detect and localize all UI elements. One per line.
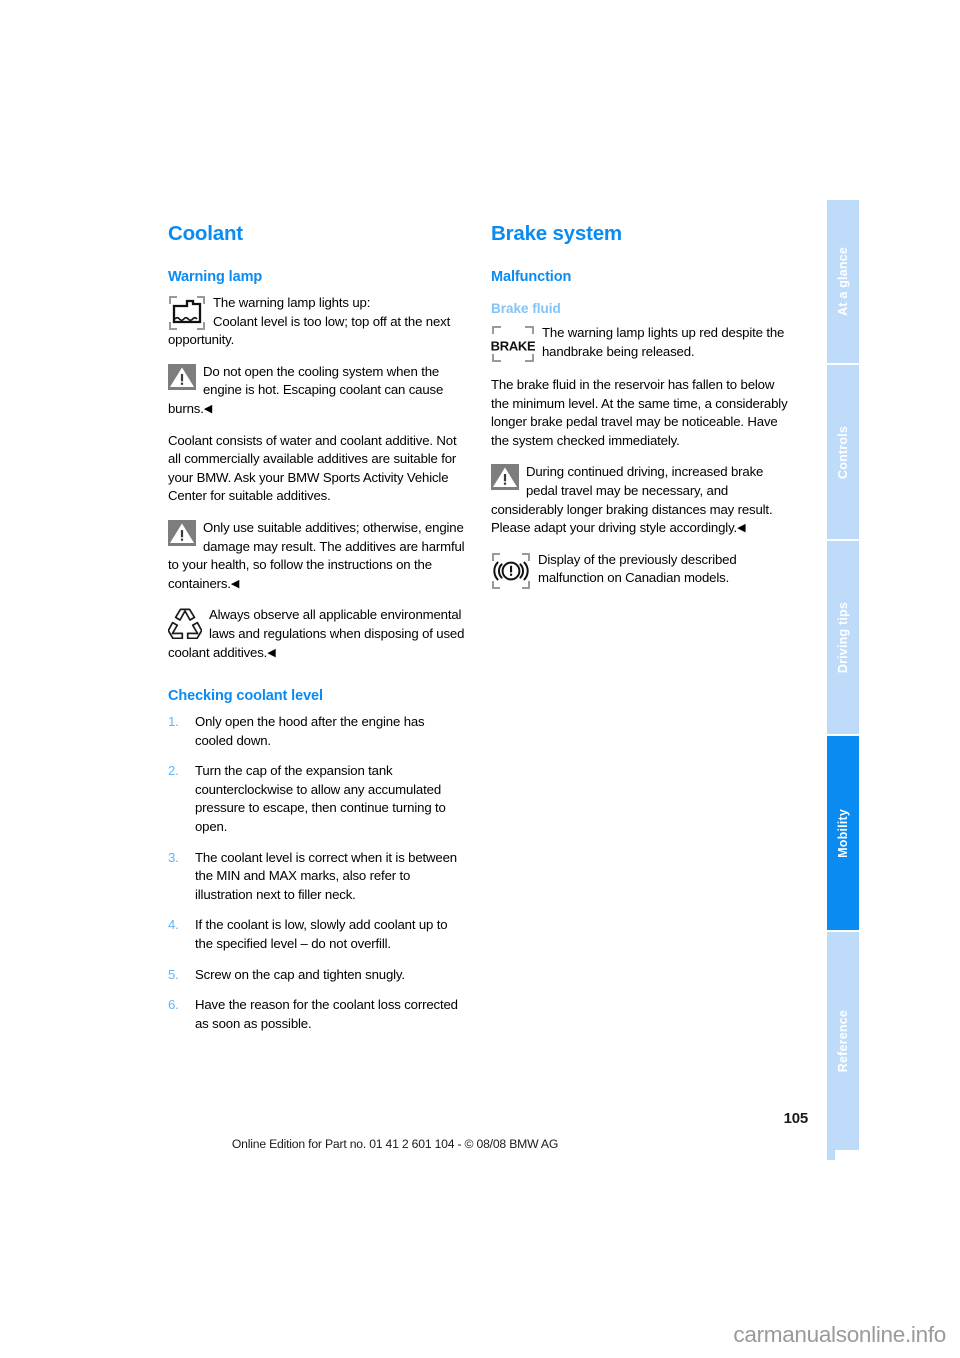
note-line-2: Coolant level is too low; top off at the… xyxy=(168,313,451,348)
sidebar-tab-reference[interactable]: Reference xyxy=(827,932,859,1150)
list-item: 5. Screw on the cap and tighten snugly. xyxy=(168,966,465,985)
note-environmental-disposal: Always observe all applicable environmen… xyxy=(168,606,465,662)
manual-page: At a glance Controls Driving tips Mobili… xyxy=(0,0,960,1358)
page-title-brake-system: Brake system xyxy=(491,222,622,245)
list-item: 1. Only open the hood after the engine h… xyxy=(168,713,465,750)
procedure-checking-coolant-level: 1. Only open the hood after the engine h… xyxy=(168,713,465,1033)
list-item: 6. Have the reason for the coolant loss … xyxy=(168,996,465,1033)
coolant-level-warning-icon xyxy=(168,295,206,331)
step-number: 4. xyxy=(168,917,179,933)
note-line-1: The warning lamp lights up: xyxy=(213,295,371,310)
step-number: 2. xyxy=(168,763,179,779)
note-text: Display of the previously described malf… xyxy=(538,551,737,586)
step-text: The coolant level is correct when it is … xyxy=(195,849,457,902)
sidebar-tab-label: Reference xyxy=(836,1009,850,1073)
sidebar-tab-label: At a glance xyxy=(836,247,850,316)
sidebar-tab-label: Driving tips xyxy=(836,601,850,674)
right-column: Brake system Malfunction Brake fluid BRA… xyxy=(491,222,788,1045)
warning-triangle-icon xyxy=(491,464,519,491)
page-content: Coolant Warning lamp The warning lamp li… xyxy=(168,222,788,1045)
end-marker: ◀ xyxy=(230,577,240,590)
list-item: 3. The coolant level is correct when it … xyxy=(168,849,465,905)
note-text: The warning lamp lights up red despite t… xyxy=(542,325,785,359)
step-text: Screw on the cap and tighten snugly. xyxy=(195,966,405,982)
recycling-icon xyxy=(168,607,202,640)
note-hot-engine-warning: Do not open the cooling system when the … xyxy=(168,363,465,419)
svg-text:BRAKE: BRAKE xyxy=(491,339,535,354)
sidebar-tab-driving-tips[interactable]: Driving tips xyxy=(827,541,859,736)
brake-canadian-warning-icon xyxy=(491,552,531,590)
note-text: Always observe all applicable environmen… xyxy=(168,607,465,660)
note-suitable-additives-warning: Only use suitable additives; otherwise, … xyxy=(168,519,465,593)
end-marker: ◀ xyxy=(737,522,746,535)
step-number: 3. xyxy=(168,849,179,865)
step-text: If the coolant is low, slowly add coolan… xyxy=(195,917,448,952)
step-text: Have the reason for the coolant loss cor… xyxy=(195,997,458,1031)
sidebar-tab-at-a-glance[interactable]: At a glance xyxy=(827,200,859,365)
footer-edition-text: Online Edition for Part no. 01 41 2 601 … xyxy=(231,1137,559,1151)
warning-triangle-icon xyxy=(168,363,196,390)
page-title-coolant: Coolant xyxy=(168,222,243,245)
paragraph-coolant-additives: Coolant consists of water and coolant ad… xyxy=(168,432,457,504)
footer-accent-bar xyxy=(827,1124,835,1160)
left-column: Coolant Warning lamp The warning lamp li… xyxy=(168,222,465,1045)
note-continued-driving-warning: During continued driving, increased brak… xyxy=(491,463,788,537)
step-text: Turn the cap of the expansion tank count… xyxy=(195,763,446,835)
note-text: During continued driving, increased brak… xyxy=(491,464,773,536)
warning-triangle-icon xyxy=(168,519,196,546)
list-item: 2. Turn the cap of the expansion tank co… xyxy=(168,762,465,836)
heading-brake-fluid: Brake fluid xyxy=(491,301,561,316)
step-text: Only open the hood after the engine has … xyxy=(195,714,425,748)
watermark: carmanualsonline.info xyxy=(733,1322,946,1347)
sidebar-tab-controls[interactable]: Controls xyxy=(827,365,859,541)
note-canadian-models: Display of the previously described malf… xyxy=(491,551,788,590)
paragraph-brake-fluid-reservoir: The brake fluid in the reservoir has fal… xyxy=(491,377,788,448)
heading-warning-lamp: Warning lamp xyxy=(168,269,263,285)
note-brake-warning-lamp: BRAKE The warning lamp lights up red des… xyxy=(491,324,788,363)
sidebar-tab-label: Controls xyxy=(836,425,850,479)
step-number: 6. xyxy=(168,997,179,1013)
end-marker: ◀ xyxy=(203,402,213,415)
chapter-tab-sidebar: At a glance Controls Driving tips Mobili… xyxy=(827,200,859,1150)
heading-checking-coolant-level: Checking coolant level xyxy=(168,688,323,705)
heading-malfunction: Malfunction xyxy=(491,269,572,285)
step-number: 5. xyxy=(168,966,179,982)
sidebar-tab-label: Mobility xyxy=(836,808,850,858)
page-number: 105 xyxy=(783,1110,809,1127)
brake-warning-icon: BRAKE xyxy=(491,325,535,363)
end-marker: ◀ xyxy=(267,646,276,659)
sidebar-tab-mobility[interactable]: Mobility xyxy=(827,736,859,932)
step-number: 1. xyxy=(168,714,179,730)
note-coolant-warning-lamp: The warning lamp lights up: Coolant leve… xyxy=(168,294,465,350)
list-item: 4. If the coolant is low, slowly add coo… xyxy=(168,916,465,953)
note-text: Only use suitable additives; otherwise, … xyxy=(168,519,465,591)
